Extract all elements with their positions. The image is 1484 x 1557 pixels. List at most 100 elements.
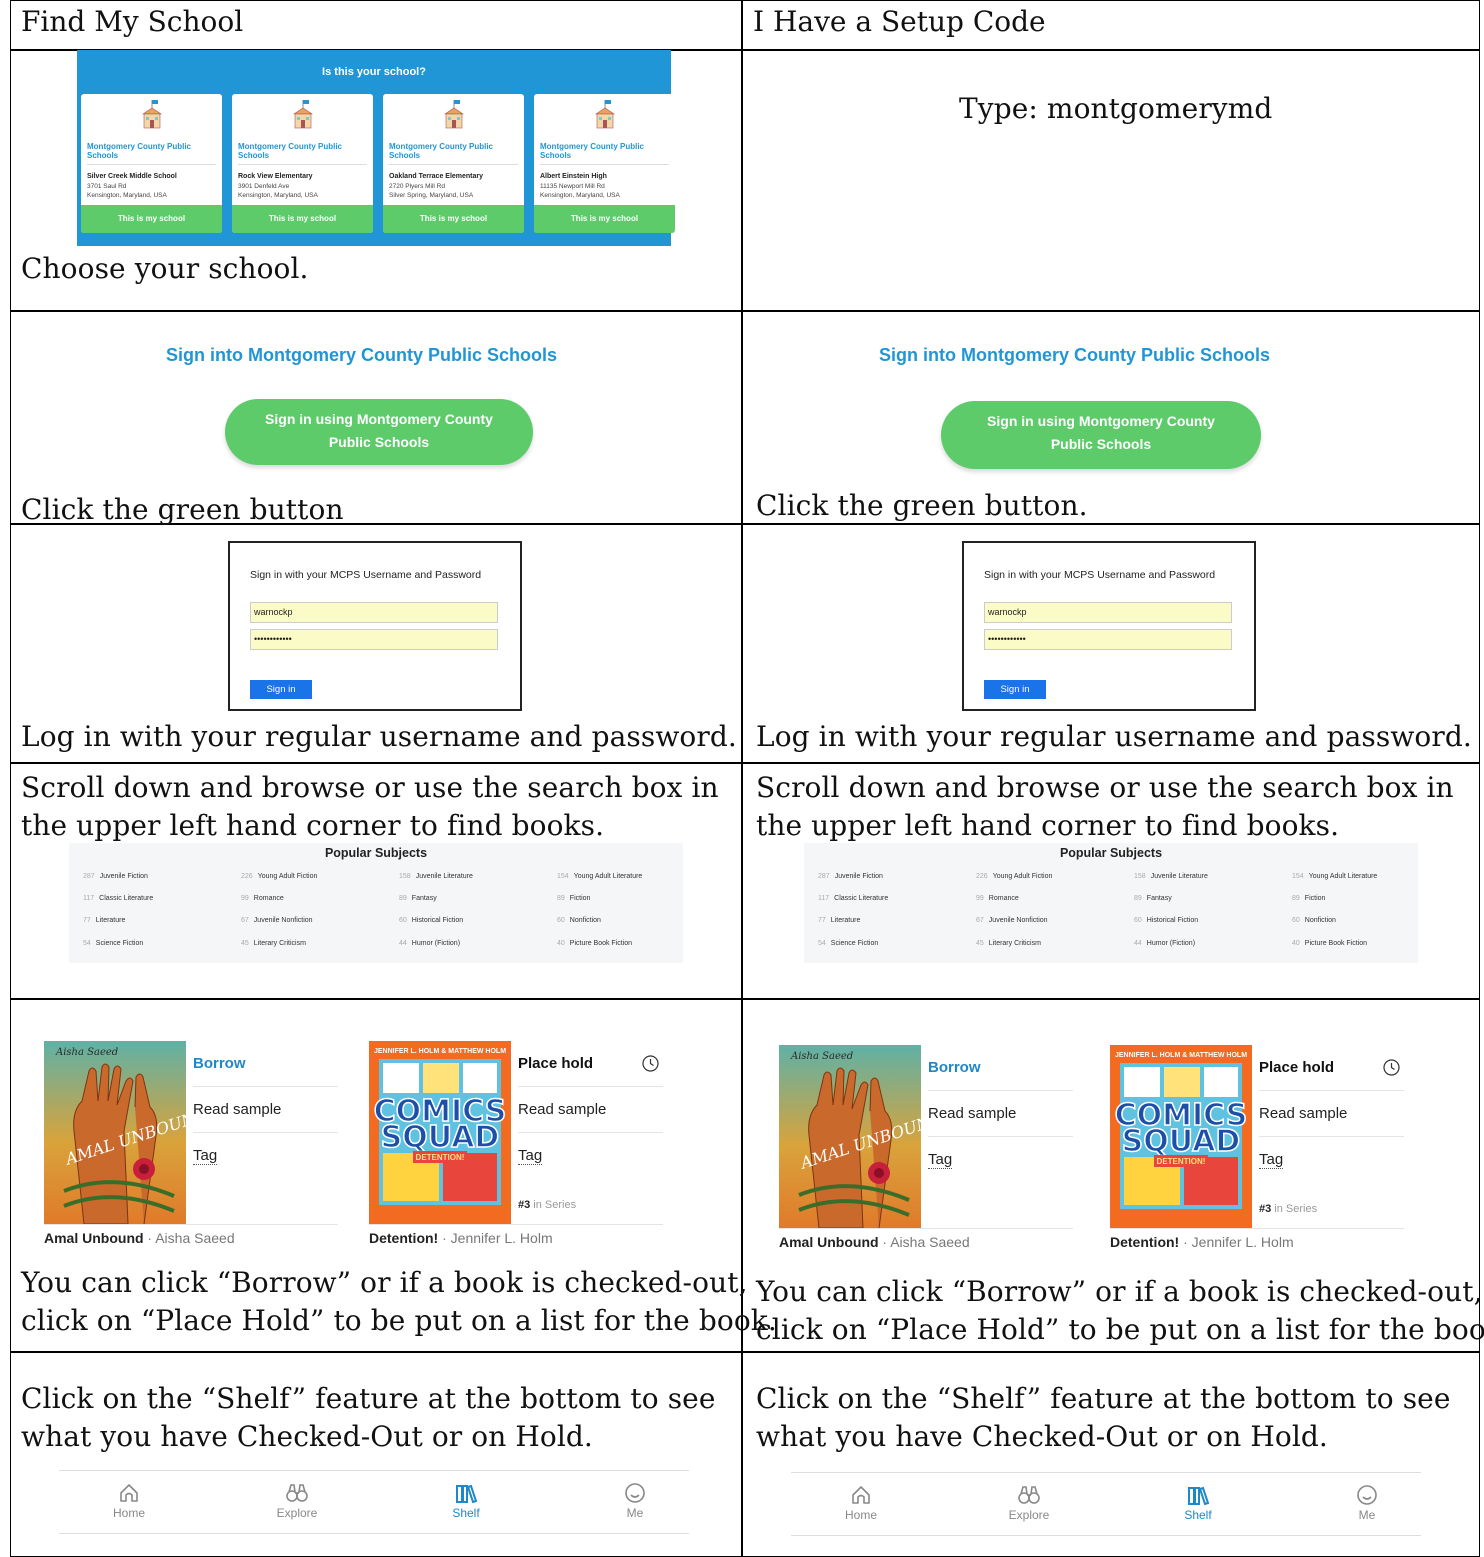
binoculars-icon bbox=[1018, 1486, 1040, 1504]
subject-item[interactable]: 45 Literary Criticism bbox=[241, 940, 306, 947]
subject-item[interactable]: 89 Fantasy bbox=[399, 895, 437, 902]
book-actions: Place hold Read sample Tag bbox=[1259, 1045, 1404, 1183]
smiley-icon bbox=[625, 1483, 645, 1503]
nav-home[interactable]: Home bbox=[821, 1484, 901, 1522]
button-line-1: Sign in using Montgomery County bbox=[265, 411, 493, 427]
subject-label: Young Adult Fiction bbox=[992, 873, 1053, 880]
read-sample-button[interactable]: Read sample bbox=[928, 1091, 1073, 1137]
subject-count: 226 bbox=[976, 873, 988, 880]
nav-explore[interactable]: Explore bbox=[257, 1482, 337, 1520]
subject-item[interactable]: 45 Literary Criticism bbox=[976, 940, 1041, 947]
subject-item[interactable]: 60 Historical Fiction bbox=[399, 917, 463, 924]
nav-shelf[interactable]: Shelf bbox=[426, 1482, 506, 1520]
subject-item[interactable]: 117 Classic Literature bbox=[83, 895, 153, 902]
book-cover[interactable]: JENNIFER L. HOLM & MATTHEW HOLM COMICS SQU… bbox=[1110, 1045, 1252, 1228]
subject-count: 60 bbox=[1134, 917, 1142, 924]
login-caption: Log in with your regular username and pa… bbox=[756, 720, 1472, 753]
subject-item[interactable]: 67 Juvenile Nonfiction bbox=[241, 917, 313, 924]
username-field[interactable]: warnockp bbox=[250, 602, 498, 623]
subject-item[interactable]: 60 Historical Fiction bbox=[1134, 917, 1198, 924]
popular-subjects-panel: Popular Subjects 287 Juvenile Fiction 226 Y… bbox=[804, 843, 1418, 963]
nav-me[interactable]: Me bbox=[595, 1482, 675, 1520]
read-sample-button[interactable]: Read sample bbox=[518, 1087, 663, 1133]
subject-item[interactable]: 287 Juvenile Fiction bbox=[818, 873, 883, 880]
nav-label: Shelf bbox=[1184, 1508, 1212, 1522]
shelf-left-cell: Click on the “Shelf” feature at the bott… bbox=[11, 1352, 741, 1557]
nav-explore[interactable]: Explore bbox=[989, 1484, 1069, 1522]
sign-into-title: Sign into Montgomery County Public Schoo… bbox=[166, 345, 557, 365]
borrow-button[interactable]: Borrow bbox=[928, 1045, 1073, 1091]
password-field[interactable]: •••••••••••• bbox=[250, 629, 498, 650]
subject-item[interactable]: 117 Classic Literature bbox=[818, 895, 888, 902]
subject-count: 158 bbox=[399, 873, 411, 880]
read-sample-button[interactable]: Read sample bbox=[1259, 1091, 1404, 1137]
subject-item[interactable]: 60 Nonfiction bbox=[557, 917, 601, 924]
subject-item[interactable]: 77 Literature bbox=[818, 917, 860, 924]
login-box: Sign in with your MCPS Username and Pass… bbox=[228, 541, 522, 711]
borrow-button[interactable]: Borrow bbox=[193, 1041, 338, 1087]
sign-in-button[interactable]: Sign in bbox=[250, 680, 312, 699]
subject-label: Fantasy bbox=[411, 895, 437, 902]
subject-item[interactable]: 77 Literature bbox=[83, 917, 125, 924]
nav-shelf[interactable]: Shelf bbox=[1158, 1484, 1238, 1522]
subject-item[interactable]: 99 Romance bbox=[241, 895, 284, 902]
subject-item[interactable]: 54 Science Fiction bbox=[818, 940, 878, 947]
subject-item[interactable]: 67 Juvenile Nonfiction bbox=[976, 917, 1048, 924]
place-hold-button[interactable]: Place hold bbox=[1259, 1045, 1404, 1091]
subject-item[interactable]: 44 Humor (Fiction) bbox=[399, 940, 460, 947]
book-amal-unbound: Aisha Saeed AMAL UNBOUND Borrow Read sample… bbox=[779, 1045, 1079, 1260]
address-line-2: Kensington, Maryland, USA bbox=[87, 192, 167, 199]
subject-item[interactable]: 158 Juvenile Literature bbox=[1134, 873, 1208, 880]
subject-count: 154 bbox=[557, 873, 569, 880]
card-divider bbox=[87, 164, 216, 165]
subject-item[interactable]: 40 Picture Book Fiction bbox=[557, 940, 632, 947]
this-is-my-school-button[interactable]: This is my school bbox=[81, 205, 222, 233]
tag-button[interactable]: Tag bbox=[193, 1133, 338, 1179]
school-card: Montgomery County Public Schools Silver C… bbox=[81, 94, 222, 233]
subject-label: Romance bbox=[988, 895, 1019, 902]
subject-item[interactable]: 158 Juvenile Literature bbox=[399, 873, 473, 880]
cover-title-2: SQUAD bbox=[381, 1120, 500, 1155]
subject-item[interactable]: 226 Young Adult Fiction bbox=[241, 873, 317, 880]
school-address: 3701 Saul Rd Kensington, Maryland, USA bbox=[87, 182, 167, 200]
subject-item[interactable]: 44 Humor (Fiction) bbox=[1134, 940, 1195, 947]
nav-me[interactable]: Me bbox=[1327, 1484, 1407, 1522]
subject-item[interactable]: 287 Juvenile Fiction bbox=[83, 873, 148, 880]
book-cover[interactable]: Aisha Saeed AMAL UNBOUND bbox=[779, 1045, 921, 1228]
subject-item[interactable]: 154 Young Adult Literature bbox=[557, 873, 642, 880]
subject-item[interactable]: 40 Picture Book Fiction bbox=[1292, 940, 1367, 947]
this-is-my-school-button[interactable]: This is my school bbox=[232, 205, 373, 233]
read-sample-button[interactable]: Read sample bbox=[193, 1087, 338, 1133]
subject-label: Historical Fiction bbox=[1146, 917, 1199, 924]
subject-item[interactable]: 60 Nonfiction bbox=[1292, 917, 1336, 924]
subject-item[interactable]: 54 Science Fiction bbox=[83, 940, 143, 947]
series-text: in Series bbox=[1271, 1203, 1318, 1215]
tag-button[interactable]: Tag bbox=[928, 1137, 1073, 1183]
book-cover[interactable]: JENNIFER L. HOLM & MATTHEW HOLM COMICS SQU… bbox=[369, 1041, 511, 1224]
tag-button[interactable]: Tag bbox=[518, 1133, 663, 1179]
subject-item[interactable]: 154 Young Adult Literature bbox=[1292, 873, 1377, 880]
subject-item[interactable]: 89 Fiction bbox=[557, 895, 590, 902]
book-cover[interactable]: Aisha Saeed AMAL UNBOUND bbox=[44, 1041, 186, 1224]
book-author: Aisha Saeed bbox=[155, 1230, 235, 1246]
sign-in-button[interactable]: Sign in bbox=[984, 680, 1046, 699]
action-label: Borrow bbox=[928, 1059, 981, 1076]
series-label: #3 in Series bbox=[518, 1199, 576, 1211]
username-field[interactable]: warnockp bbox=[984, 602, 1232, 623]
password-field[interactable]: •••••••••••• bbox=[984, 629, 1232, 650]
place-hold-button[interactable]: Place hold bbox=[518, 1041, 663, 1087]
nav-home[interactable]: Home bbox=[89, 1482, 169, 1520]
sign-in-green-button[interactable]: Sign in using Montgomery County Public S… bbox=[941, 401, 1261, 469]
subject-item[interactable]: 99 Romance bbox=[976, 895, 1019, 902]
school-card: Montgomery County Public Schools Albert E… bbox=[534, 94, 675, 233]
this-is-my-school-button[interactable]: This is my school bbox=[534, 205, 675, 233]
tag-button[interactable]: Tag bbox=[1259, 1137, 1404, 1183]
subject-item[interactable]: 226 Young Adult Fiction bbox=[976, 873, 1052, 880]
this-is-my-school-button[interactable]: This is my school bbox=[383, 205, 524, 233]
sign-in-green-button[interactable]: Sign in using Montgomery County Public S… bbox=[225, 399, 533, 465]
subject-item[interactable]: 89 Fiction bbox=[1292, 895, 1325, 902]
subject-label: Picture Book Fiction bbox=[1304, 940, 1368, 947]
book-actions: Borrow Read sample Tag bbox=[193, 1041, 338, 1179]
cover-subtitle: DETENTION! bbox=[1157, 1157, 1206, 1166]
subject-item[interactable]: 89 Fantasy bbox=[1134, 895, 1172, 902]
